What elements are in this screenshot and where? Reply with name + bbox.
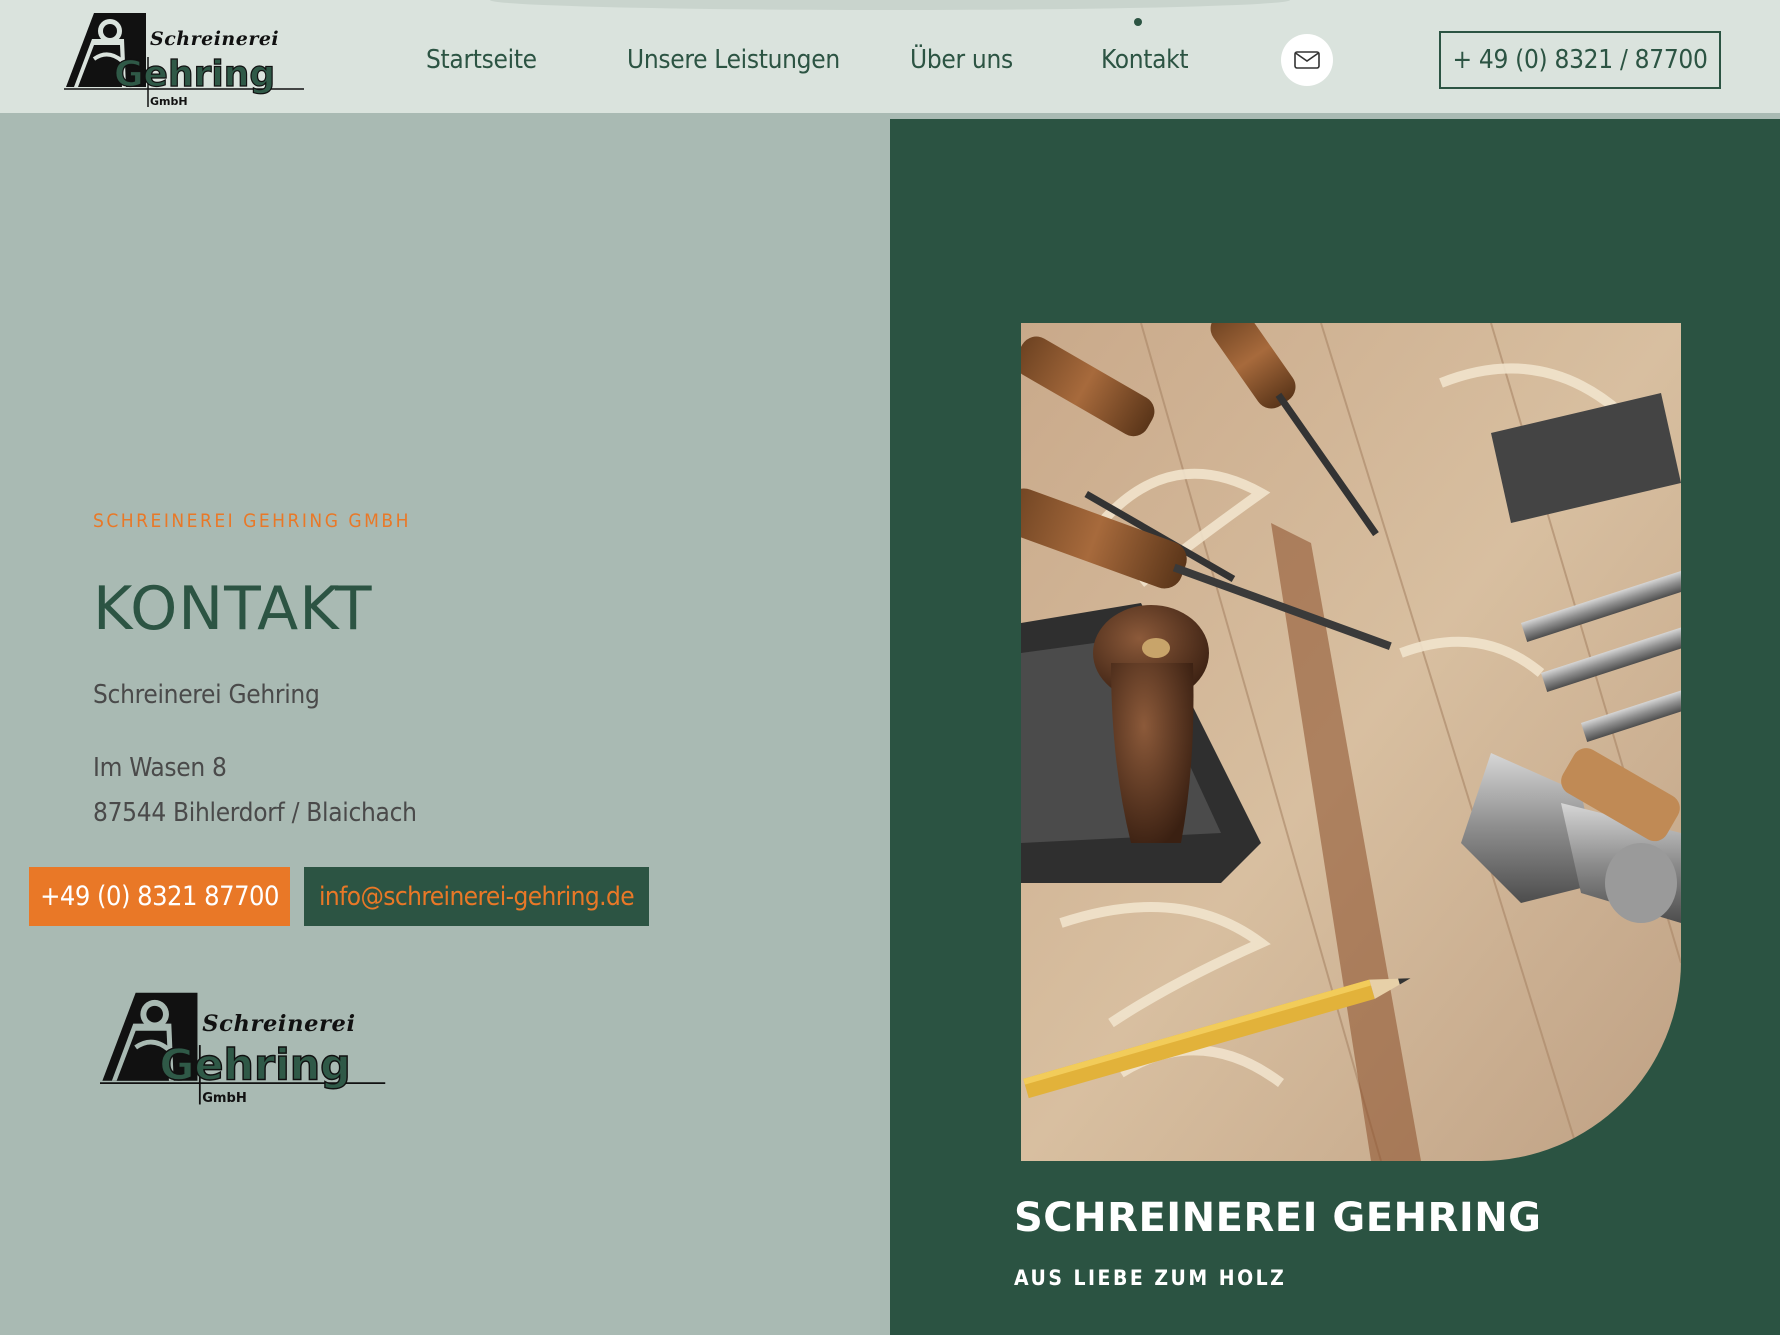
mail-button[interactable] bbox=[1281, 34, 1333, 86]
nav-item-startseite[interactable]: Startseite bbox=[426, 40, 537, 80]
svg-text:Gehring: Gehring bbox=[114, 54, 275, 95]
nav-active-indicator bbox=[1134, 18, 1142, 26]
header-tab-decoration bbox=[490, 0, 1290, 10]
svg-text:GmbH: GmbH bbox=[202, 1091, 247, 1106]
page-title: KONTAKT bbox=[93, 574, 373, 644]
nav-item-kontakt[interactable]: Kontakt bbox=[1101, 40, 1189, 80]
contact-panel bbox=[0, 113, 890, 1335]
footer-logo: Schreinerei Gehring GmbH bbox=[100, 988, 390, 1110]
svg-text:GmbH: GmbH bbox=[150, 95, 188, 108]
contact-email-button[interactable]: info@schreinerei-gehring.de bbox=[304, 867, 649, 926]
logo-icon: Schreinerei Gehring GmbH bbox=[64, 13, 304, 108]
logo-icon: Schreinerei Gehring GmbH bbox=[100, 992, 386, 1106]
site-header: Schreinerei Gehring GmbH Startseite Unse… bbox=[0, 0, 1780, 113]
svg-text:Schreinerei: Schreinerei bbox=[202, 1011, 355, 1037]
header-phone-button[interactable]: + 49 (0) 8321 / 87700 bbox=[1439, 31, 1721, 89]
hero-top-border bbox=[890, 113, 1780, 119]
svg-text:Schreinerei: Schreinerei bbox=[150, 28, 279, 50]
header-logo[interactable]: Schreinerei Gehring GmbH bbox=[64, 9, 308, 109]
nav-item-ueber-uns[interactable]: Über uns bbox=[910, 40, 1013, 80]
address-city: 87544 Bihlerdorf / Blaichach bbox=[93, 798, 417, 828]
company-name: Schreinerei Gehring bbox=[93, 680, 320, 710]
contact-eyebrow: SCHREINEREI GEHRING GMBH bbox=[93, 510, 411, 532]
workshop-tools-photo bbox=[1021, 323, 1681, 1161]
nav-item-leistungen[interactable]: Unsere Leistungen bbox=[627, 40, 840, 80]
tools-image bbox=[1021, 323, 1681, 1161]
contact-phone-button[interactable]: +49 (0) 8321 87700 bbox=[29, 867, 290, 926]
envelope-icon bbox=[1294, 51, 1320, 69]
hero-tagline: AUS LIEBE ZUM HOLZ bbox=[1014, 1266, 1287, 1290]
address-street: Im Wasen 8 bbox=[93, 753, 227, 783]
hero-heading: SCHREINEREI GEHRING bbox=[1014, 1195, 1542, 1241]
svg-text:Gehring: Gehring bbox=[159, 1041, 350, 1091]
